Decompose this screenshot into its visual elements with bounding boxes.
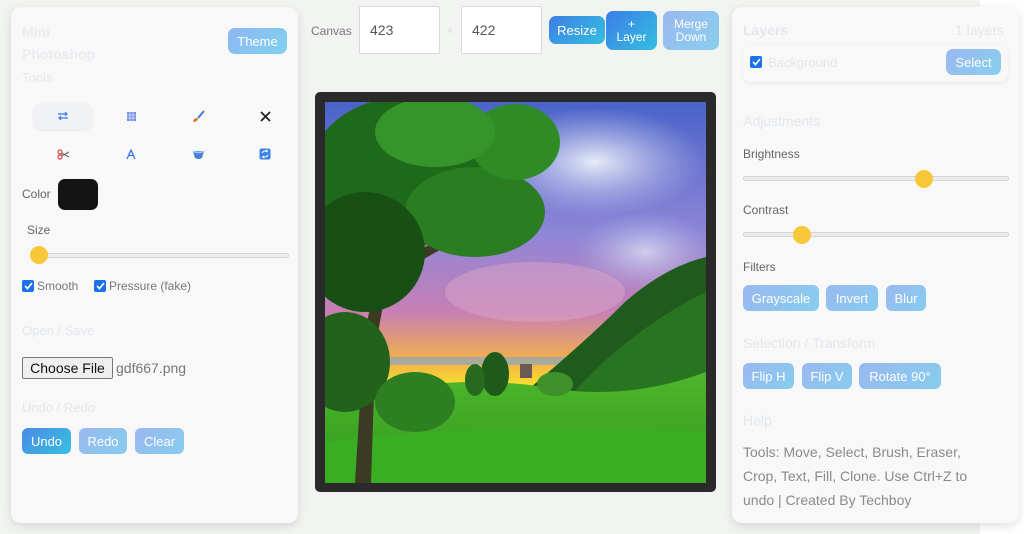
select-grid-icon [126,111,136,121]
clone-icon [259,148,271,160]
undo-redo-heading: Undo / Redo [22,400,95,415]
checkmark-icon [95,282,105,290]
flip-v-button[interactable]: Flip V [802,363,852,389]
transform-heading: Selection / Transform [743,335,876,351]
pressure-label: Pressure (fake) [109,279,192,293]
tools-heading: Tools [22,70,53,85]
rotate-button[interactable]: Rotate 90° [859,363,941,389]
tool-eraser[interactable] [236,103,294,129]
contrast-slider-thumb[interactable] [792,226,811,244]
flip-h-button[interactable]: Flip H [743,363,794,389]
size-separator: x [447,24,453,36]
checkmark-icon [23,282,33,290]
fill-bucket-icon [192,149,204,159]
open-save-heading: Open / Save [22,323,95,338]
pressure-checkbox[interactable] [94,280,106,292]
adjustments-heading: Adjustments [743,113,821,129]
brush-icon [192,109,205,122]
size-slider-thumb[interactable] [29,246,48,264]
smooth-checkbox[interactable] [22,280,34,292]
brightness-label: Brightness [743,147,800,161]
tool-select[interactable] [102,103,160,129]
invert-button[interactable]: Invert [826,285,878,311]
brightness-slider-track [743,176,1009,181]
contrast-slider-track [743,232,1009,237]
resize-button[interactable]: Resize [549,16,605,44]
tool-crop[interactable] [34,141,92,167]
layers-count: 1 layers [955,22,1005,38]
tool-grid [22,103,292,167]
tool-clone[interactable] [236,141,294,167]
size-slider-track [31,253,289,258]
add-layer-button[interactable]: + Layer [606,11,657,50]
tool-text[interactable] [102,141,160,167]
brightness-slider-thumb[interactable] [914,170,933,188]
grayscale-button[interactable]: Grayscale [743,285,819,311]
landscape-image [325,102,706,483]
layer-name: Background [768,55,838,70]
drawing-canvas[interactable] [325,102,706,483]
filters-label: Filters [743,260,776,274]
color-picker[interactable] [58,179,98,210]
layer-visibility-checkbox[interactable] [750,56,762,68]
text-a-icon [126,148,136,159]
add-layer-label: Layer [616,29,647,44]
file-name: gdf667.png [116,360,187,376]
canvas-label: Canvas [311,24,352,38]
checkmark-icon [751,58,761,66]
merge-label-line2: Down [675,29,707,44]
smooth-label: Smooth [37,279,79,293]
clear-button[interactable]: Clear [135,428,184,454]
scissors-icon [56,148,69,160]
plus-label: + [627,16,635,31]
tools-panel: Mini Photoshop Theme Tools Color Size Sm… [11,7,298,523]
layers-heading: Layers [743,22,789,38]
select-layer-button[interactable]: Select [946,49,1001,75]
smooth-option[interactable]: Smooth [22,279,78,293]
pressure-option[interactable]: Pressure (fake) [94,279,191,293]
app-title: Mini Photoshop [22,24,96,62]
eraser-x-icon [259,110,271,122]
tool-move[interactable] [34,103,92,129]
canvas-width-input[interactable]: 423 [359,6,440,54]
undo-button[interactable]: Undo [22,428,71,454]
theme-button[interactable]: Theme [228,28,287,54]
blur-button[interactable]: Blur [886,285,926,311]
canvas-height-input[interactable]: 422 [461,6,542,54]
tool-brush[interactable] [169,103,227,129]
color-label: Color [22,187,51,201]
choose-file-button[interactable]: Choose File [22,357,113,379]
redo-button[interactable]: Redo [79,428,127,454]
help-heading: Help [743,412,772,428]
merge-label-line1: Merge [673,16,708,31]
help-text: Tools: Move, Select, Brush, Eraser, Crop… [743,444,968,508]
move-icon [58,111,68,121]
tool-fill[interactable] [169,141,227,167]
contrast-label: Contrast [743,203,789,217]
size-label: Size [27,223,51,237]
merge-down-button[interactable]: Merge Down [663,11,719,50]
canvas-frame [315,92,716,492]
